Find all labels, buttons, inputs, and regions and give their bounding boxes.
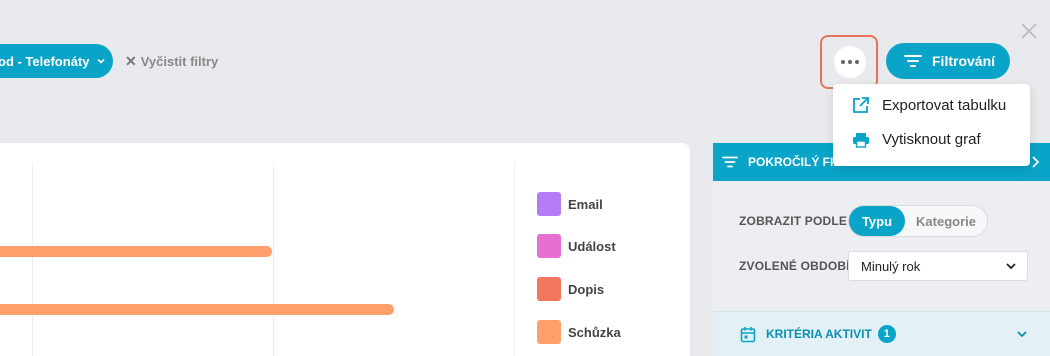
menu-item-export[interactable]: Exportovat tabulku — [852, 96, 1006, 114]
chevron-down-icon — [97, 58, 106, 64]
chart-card: Email Událost Dopis Schůzka — [0, 143, 690, 356]
more-options-highlight — [820, 35, 878, 89]
legend-item-udalost[interactable]: Událost — [537, 234, 616, 258]
filter-button[interactable]: Filtrování — [886, 43, 1010, 79]
chevron-down-icon — [1017, 331, 1027, 338]
chevron-right-icon — [1032, 156, 1040, 168]
legend-swatch — [537, 192, 561, 216]
dot — [848, 60, 852, 64]
menu-item-label: Exportovat tabulku — [882, 96, 1007, 114]
chevron-down-icon — [1006, 263, 1016, 270]
filter-icon — [722, 156, 738, 168]
close-icon[interactable] — [1018, 20, 1040, 42]
legend-label: Schůzka — [568, 324, 621, 340]
display-by-toggle: Typu Kategorie — [848, 205, 988, 237]
active-filter-chip[interactable]: od - Telefonáty — [0, 44, 113, 78]
menu-item-print[interactable]: Vytisknout graf — [852, 131, 981, 148]
clear-filters-link[interactable]: ✕ Vyčistit filtry — [125, 53, 218, 70]
grid-line — [32, 163, 33, 356]
legend-label: Dopis — [568, 281, 605, 297]
close-icon: ✕ — [125, 53, 137, 69]
period-label: ZVOLENÉ OBDOBÍ — [739, 259, 850, 273]
active-filter-label: od - Telefonáty — [0, 53, 90, 69]
printer-icon — [853, 132, 869, 148]
advanced-filter-panel: POKROČILÝ FILT ZOBRAZIT PODLE Typu Kateg… — [713, 143, 1050, 356]
legend-item-dopis[interactable]: Dopis — [537, 277, 604, 301]
chart-bar[interactable] — [0, 304, 394, 315]
more-options-button[interactable] — [834, 46, 866, 78]
display-by-label: ZOBRAZIT PODLE — [739, 214, 848, 228]
criteria-count-badge: 1 — [877, 325, 896, 343]
legend-swatch — [537, 234, 561, 258]
external-link-icon — [853, 97, 869, 113]
grid-line — [514, 163, 515, 356]
more-horizontal-icon — [841, 60, 845, 64]
calendar-icon — [740, 326, 756, 342]
grid-line — [273, 163, 274, 356]
legend-label: Email — [568, 196, 603, 212]
filter-button-label: Filtrování — [932, 53, 996, 69]
dot — [855, 60, 859, 64]
menu-item-label: Vytisknout graf — [882, 131, 981, 148]
activity-criteria-section[interactable]: KRITÉRIA AKTIVIT 1 — [713, 311, 1050, 356]
clear-filters-label: Vyčistit filtry — [140, 54, 219, 69]
legend-swatch — [537, 277, 561, 301]
chart-bar[interactable] — [0, 246, 272, 257]
legend-label: Událost — [568, 238, 616, 254]
filter-icon — [904, 55, 922, 67]
period-select[interactable]: Minulý rok — [848, 251, 1028, 281]
legend-item-schuzka[interactable]: Schůzka — [537, 320, 621, 344]
criteria-label: KRITÉRIA AKTIVIT — [766, 327, 872, 341]
period-value: Minulý rok — [861, 258, 921, 274]
option-typu[interactable]: Typu — [849, 206, 905, 236]
legend-item-email[interactable]: Email — [537, 192, 603, 216]
option-kategorie[interactable]: Kategorie — [905, 206, 987, 236]
legend-swatch — [537, 320, 561, 344]
more-options-menu: Exportovat tabulku Vytisknout graf — [833, 84, 1030, 166]
